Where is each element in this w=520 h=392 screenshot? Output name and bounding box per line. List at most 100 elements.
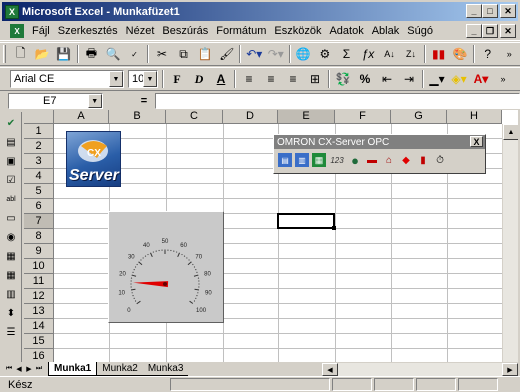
spinner-icon[interactable]: ⬍ <box>3 305 19 321</box>
toolbar-options-icon[interactable]: » <box>498 44 520 64</box>
font-size-combo[interactable]: 10 ▼ <box>128 70 158 88</box>
menu-format[interactable]: Formátum <box>212 25 270 37</box>
chevron-down-icon[interactable]: ▼ <box>109 71 123 87</box>
doc-restore-button[interactable]: ❐ <box>482 24 498 38</box>
label-tool-icon[interactable]: ✔ <box>3 115 19 131</box>
row-header-10[interactable]: 10 <box>24 259 54 274</box>
excel-app-icon[interactable]: X <box>5 4 19 19</box>
maximize-button[interactable]: □ <box>482 4 498 18</box>
row-header-2[interactable]: 2 <box>24 139 54 154</box>
italic-icon[interactable]: D <box>188 69 210 89</box>
toolbar-grip[interactable] <box>3 45 6 63</box>
redo-icon[interactable]: ↷▾ <box>265 44 287 64</box>
prev-sheet-icon[interactable]: ◀ <box>14 363 24 375</box>
row-header-13[interactable]: 13 <box>24 304 54 319</box>
row-header-15[interactable]: 15 <box>24 334 54 349</box>
row-header-14[interactable]: 14 <box>24 319 54 334</box>
chevron-down-icon[interactable]: ▼ <box>143 71 157 87</box>
tab-munka3[interactable]: Munka3 <box>142 362 189 376</box>
column-header-b[interactable]: B <box>109 110 166 124</box>
cx-server-logo[interactable]: CX Server <box>66 131 121 187</box>
chart-wizard-icon[interactable]: ▮▮ <box>428 44 450 64</box>
row-header-12[interactable]: 12 <box>24 289 54 304</box>
currency-icon[interactable]: 💱 <box>332 69 354 89</box>
toolbar-options-icon[interactable]: » <box>492 69 514 89</box>
close-button[interactable]: ✕ <box>500 4 516 18</box>
fill-color-icon[interactable]: ◈▾ <box>448 69 470 89</box>
column-header-e[interactable]: E <box>278 110 335 124</box>
font-color-icon[interactable]: A▾ <box>470 69 492 89</box>
checkbox-tool-icon[interactable]: ☑ <box>3 172 19 188</box>
column-header-g[interactable]: G <box>391 110 447 124</box>
chevron-down-icon[interactable]: ▼ <box>87 94 102 108</box>
first-sheet-icon[interactable]: ⏮ <box>4 363 14 375</box>
column-header-h[interactable]: H <box>447 110 502 124</box>
hyperlink-icon[interactable]: 🌐 <box>293 44 315 64</box>
tab-munka2[interactable]: Munka2 <box>97 362 143 376</box>
switch-icon[interactable]: ▮ <box>416 153 430 167</box>
row-header-3[interactable]: 3 <box>24 154 54 169</box>
spelling-icon[interactable]: ✓ <box>124 44 146 64</box>
opc-toolbar-title-bar[interactable]: OMRON CX-Server OPC X <box>274 135 485 149</box>
menu-view[interactable]: Nézet <box>122 25 159 37</box>
increase-indent-icon[interactable]: ⇥ <box>398 69 420 89</box>
option-button-icon[interactable]: ▭ <box>3 210 19 226</box>
name-box[interactable]: E7 ▼ <box>8 93 103 109</box>
sort-descending-icon[interactable]: Z↓ <box>400 44 422 64</box>
row-header-9[interactable]: 9 <box>24 244 54 259</box>
radio-tool-icon[interactable]: ◉ <box>3 229 19 245</box>
formula-equals-button[interactable]: = <box>141 95 147 107</box>
vertical-scrollbar[interactable]: ▲ <box>502 124 518 362</box>
server-icon[interactable]: ▤ <box>278 153 292 167</box>
paste-icon[interactable]: 📋 <box>194 44 216 64</box>
bold-icon[interactable]: F <box>166 69 188 89</box>
number-icon[interactable]: 123 <box>329 153 345 167</box>
gauge-icon[interactable]: ● <box>348 153 362 168</box>
menu-tools[interactable]: Eszközök <box>270 25 325 37</box>
bar-icon[interactable]: ▬ <box>365 153 379 167</box>
doc-minimize-button[interactable]: _ <box>466 24 482 38</box>
combo-box-icon[interactable]: ▦ <box>3 267 19 283</box>
menu-insert[interactable]: Beszúrás <box>158 25 212 37</box>
active-cell-e7[interactable] <box>277 213 335 229</box>
menu-edit[interactable]: Szerkesztés <box>54 25 122 37</box>
merge-center-icon[interactable]: ⊞ <box>304 69 326 89</box>
tab-munka1[interactable]: Munka1 <box>48 362 98 376</box>
column-header-f[interactable]: F <box>335 110 391 124</box>
workbook-icon[interactable]: X <box>10 24 24 38</box>
sort-ascending-icon[interactable]: A↓ <box>379 44 401 64</box>
house-icon[interactable]: ⌂ <box>382 153 396 167</box>
help-icon[interactable]: ? <box>477 44 499 64</box>
print-icon[interactable]: 🖶 <box>81 44 103 64</box>
autosum-icon[interactable]: Σ <box>336 44 358 64</box>
doc-close-button[interactable]: ✕ <box>500 24 516 38</box>
font-name-combo[interactable]: Arial CE ▼ <box>10 70 124 88</box>
scroll-right-button[interactable]: ▶ <box>502 363 518 376</box>
next-sheet-icon[interactable]: ▶ <box>24 363 34 375</box>
lamp-icon[interactable]: ◆ <box>399 153 413 167</box>
scroll-up-button[interactable]: ▲ <box>503 124 518 140</box>
percent-icon[interactable]: % <box>354 69 376 89</box>
opc-close-button[interactable]: X <box>470 136 483 147</box>
edit-box-icon[interactable]: ▤ <box>3 134 19 150</box>
row-header-1[interactable]: 1 <box>24 124 54 139</box>
list-box-icon[interactable]: ▦ <box>3 248 19 264</box>
group-box-icon[interactable]: ▣ <box>3 153 19 169</box>
format-painter-icon[interactable]: 🖌 <box>216 44 238 64</box>
align-left-icon[interactable]: ≡ <box>238 69 260 89</box>
menu-window[interactable]: Ablak <box>368 25 404 37</box>
align-right-icon[interactable]: ≡ <box>282 69 304 89</box>
column-header-c[interactable]: C <box>166 110 223 124</box>
web-toolbar-icon[interactable]: ⚙ <box>314 44 336 64</box>
row-header-8[interactable]: 8 <box>24 229 54 244</box>
minimize-button[interactable]: _ <box>466 4 482 18</box>
menu-help[interactable]: Súgó <box>403 25 437 37</box>
horizontal-scrollbar[interactable]: ◀ ▶ <box>322 363 518 376</box>
row-header-6[interactable]: 6 <box>24 199 54 214</box>
timer-icon[interactable]: ⏱ <box>433 153 447 167</box>
menu-file[interactable]: Fájl <box>28 25 54 37</box>
align-center-icon[interactable]: ≡ <box>260 69 282 89</box>
row-header-16[interactable]: 16 <box>24 349 54 362</box>
function-icon[interactable]: ƒx <box>357 44 379 64</box>
copy-icon[interactable]: ⧉ <box>173 44 195 64</box>
